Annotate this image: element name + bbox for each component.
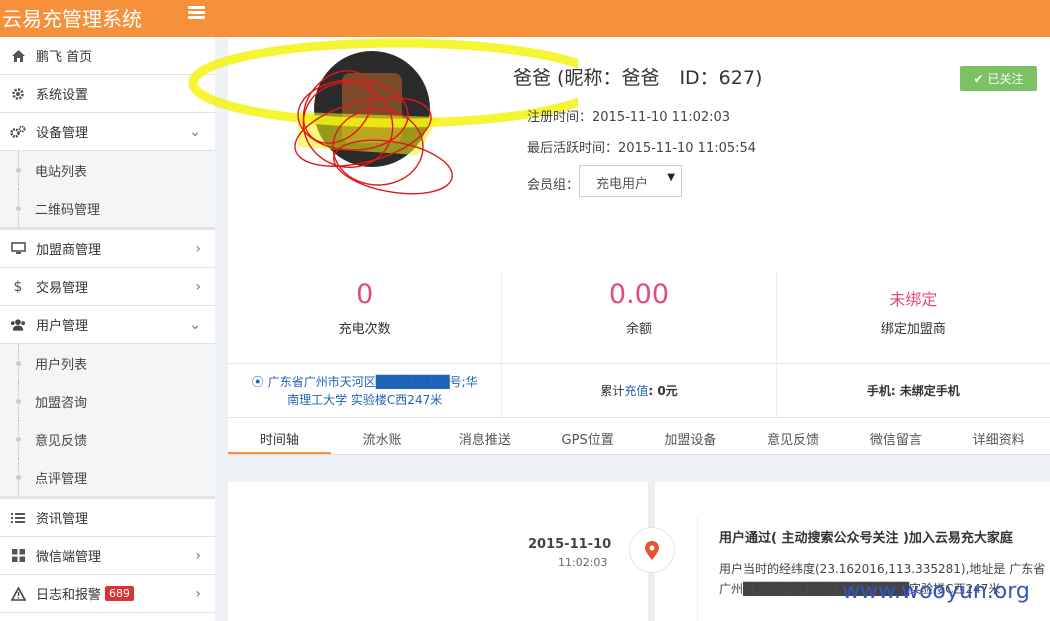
dollar-icon: $ xyxy=(13,278,23,295)
sidebar-item-transactions[interactable]: $ 交易管理 › xyxy=(0,268,215,306)
warning-icon xyxy=(10,586,26,602)
home-icon xyxy=(10,48,26,64)
map-marker-icon xyxy=(629,527,675,573)
list-icon xyxy=(10,510,26,526)
monitor-icon xyxy=(10,241,26,257)
sidebar-item-label: 日志和报警 xyxy=(36,588,102,603)
grid-icon xyxy=(10,548,26,564)
timeline-entry-title: 用户通过( 主动搜索公众号关注 )加入云易充大家庭 xyxy=(719,531,1013,546)
stat-value: 未绑定 xyxy=(889,290,938,309)
users-icon xyxy=(10,317,26,333)
app-title: 云易充管理系统 xyxy=(2,7,142,31)
member-group-label: 会员组： xyxy=(527,178,580,193)
chevron-down-icon: ⌄ xyxy=(189,317,201,333)
sidebar-item-label: 微信端管理 xyxy=(36,550,102,565)
top-header: 云易充管理系统 xyxy=(0,0,1050,37)
phone-cell: 手机: 未绑定手机 xyxy=(777,364,1050,417)
sidebar-item-wechat[interactable]: 微信端管理 › xyxy=(0,537,215,575)
sidebar-subitem-franchise-inquiry[interactable]: 加盟咨询 xyxy=(0,382,215,420)
register-time: 注册时间：2015-11-10 11:02:03 xyxy=(527,110,731,125)
user-id: ID：627) xyxy=(679,67,763,89)
gear-icon xyxy=(10,86,26,102)
sidebar-item-franchise[interactable]: 加盟商管理 › xyxy=(0,230,215,268)
tab-push[interactable]: 消息推送 xyxy=(434,418,537,454)
stat-charge-count: 0 充电次数 xyxy=(228,272,503,363)
stat-value: 0 xyxy=(356,279,374,310)
phone-text: 手机: 未绑定手机 xyxy=(866,384,960,398)
sidebar-item-logs-alerts[interactable]: 日志和报警 689 › xyxy=(0,575,215,613)
last-active-time: 最后活跃时间：2015-11-10 11:05:54 xyxy=(527,141,757,156)
member-group-select[interactable]: 充电用户 ▼ xyxy=(579,165,682,197)
followed-label: 已关注 xyxy=(987,72,1024,86)
stat-label: 充电次数 xyxy=(338,322,391,337)
chevron-right-icon: › xyxy=(195,279,201,295)
submenu-user-management: 用户列表 加盟咨询 意见反馈 点评管理 xyxy=(0,344,215,499)
address-text: 广东省广州市天河区████████号;华南理工大学 实验楼C西247米 xyxy=(267,374,478,407)
sidebar-item-user-management[interactable]: 用户管理 ⌄ xyxy=(0,306,215,344)
main-content: 爸爸 (昵称：爸爸 ID：627) 注册时间：2015-11-10 11:02:0… xyxy=(188,37,1050,621)
stat-label: 绑定加盟商 xyxy=(880,322,946,337)
timeline-entry: 用户通过( 主动搜索公众号关注 )加入云易充大家庭 用户当时的经纬度(23.16… xyxy=(697,515,1050,621)
sidebar-item-label: 交易管理 xyxy=(36,281,89,296)
stat-franchise-binding: 未绑定 绑定加盟商 xyxy=(777,272,1050,363)
tab-timeline[interactable]: 时间轴 xyxy=(228,418,331,454)
alert-count-badge: 689 xyxy=(105,586,135,601)
recharge-prefix: 累计 xyxy=(600,384,625,398)
sidebar-item-label: 鹏飞 首页 xyxy=(36,50,93,65)
sidebar-subitem-user-list[interactable]: 用户列表 xyxy=(0,344,215,382)
profile-tabs: 时间轴 流水账 消息推送 GPS位置 加盟设备 意见反馈 微信留言 详细资料 xyxy=(228,418,1050,455)
timeline-date: 2015-11-10 xyxy=(528,537,612,552)
sidebar-subitem-feedback[interactable]: 意见反馈 xyxy=(0,420,215,458)
tab-feedback[interactable]: 意见反馈 xyxy=(742,418,845,454)
sidebar-item-label: 设备管理 xyxy=(36,126,89,141)
stat-value: 0.00 xyxy=(608,279,670,310)
timeline-time: 11:02:03 xyxy=(558,556,608,569)
check-icon: ✔ xyxy=(973,71,984,86)
chevron-right-icon: › xyxy=(195,241,201,257)
watermark: www.wooyun.org xyxy=(842,579,1030,604)
stat-balance: 0.00 余额 xyxy=(502,272,777,363)
map-marker-icon: ⦿ xyxy=(251,374,264,389)
chevron-right-icon: › xyxy=(195,586,201,602)
gears-icon xyxy=(10,124,26,140)
tab-gps[interactable]: GPS位置 xyxy=(536,418,639,454)
sidebar-item-label: 加盟商管理 xyxy=(36,243,102,258)
caret-down-icon: ▼ xyxy=(667,172,675,183)
tab-details[interactable]: 详细资料 xyxy=(947,418,1050,454)
stat-label: 余额 xyxy=(625,322,652,337)
recharge-link[interactable]: 充值 xyxy=(624,382,648,399)
recharge-amount: : 0元 xyxy=(648,384,678,398)
address-cell: ⦿ 广东省广州市天河区████████号;华南理工大学 实验楼C西247米 xyxy=(228,364,503,417)
menu-toggle-icon[interactable] xyxy=(188,6,205,20)
stats-row: 0 充电次数 0.00 余额 未绑定 绑定加盟商 xyxy=(228,272,1050,364)
chevron-right-icon: › xyxy=(195,548,201,564)
recharge-cell: 累计 充值: 0元 xyxy=(502,364,777,417)
followed-button[interactable]: ✔ 已关注 xyxy=(960,66,1037,91)
user-name-heading: 爸爸 (昵称：爸爸 ID：627) xyxy=(513,63,762,90)
user-profile-card: 爸爸 (昵称：爸爸 ID：627) 注册时间：2015-11-10 11:02:0… xyxy=(188,37,1050,455)
info-row: ⦿ 广东省广州市天河区████████号;华南理工大学 实验楼C西247米 累计充… xyxy=(228,364,1050,418)
tab-franchise-devices[interactable]: 加盟设备 xyxy=(639,418,742,454)
sidebar-item-label: 资讯管理 xyxy=(36,512,89,527)
sidebar-item-label: 用户管理 xyxy=(36,319,89,334)
user-name: 爸爸 (昵称：爸爸 xyxy=(513,67,660,89)
sidebar-subitem-reviews[interactable]: 点评管理 xyxy=(0,458,215,496)
tab-ledger[interactable]: 流水账 xyxy=(331,418,434,454)
sidebar-item-label: 系统设置 xyxy=(36,88,89,103)
address-link[interactable]: ⦿ 广东省广州市天河区████████号;华南理工大学 实验楼C西247米 xyxy=(228,373,501,409)
sidebar-item-news[interactable]: 资讯管理 xyxy=(0,499,215,537)
tab-wechat-messages[interactable]: 微信留言 xyxy=(845,418,948,454)
member-group-value: 充电用户 xyxy=(596,177,649,192)
